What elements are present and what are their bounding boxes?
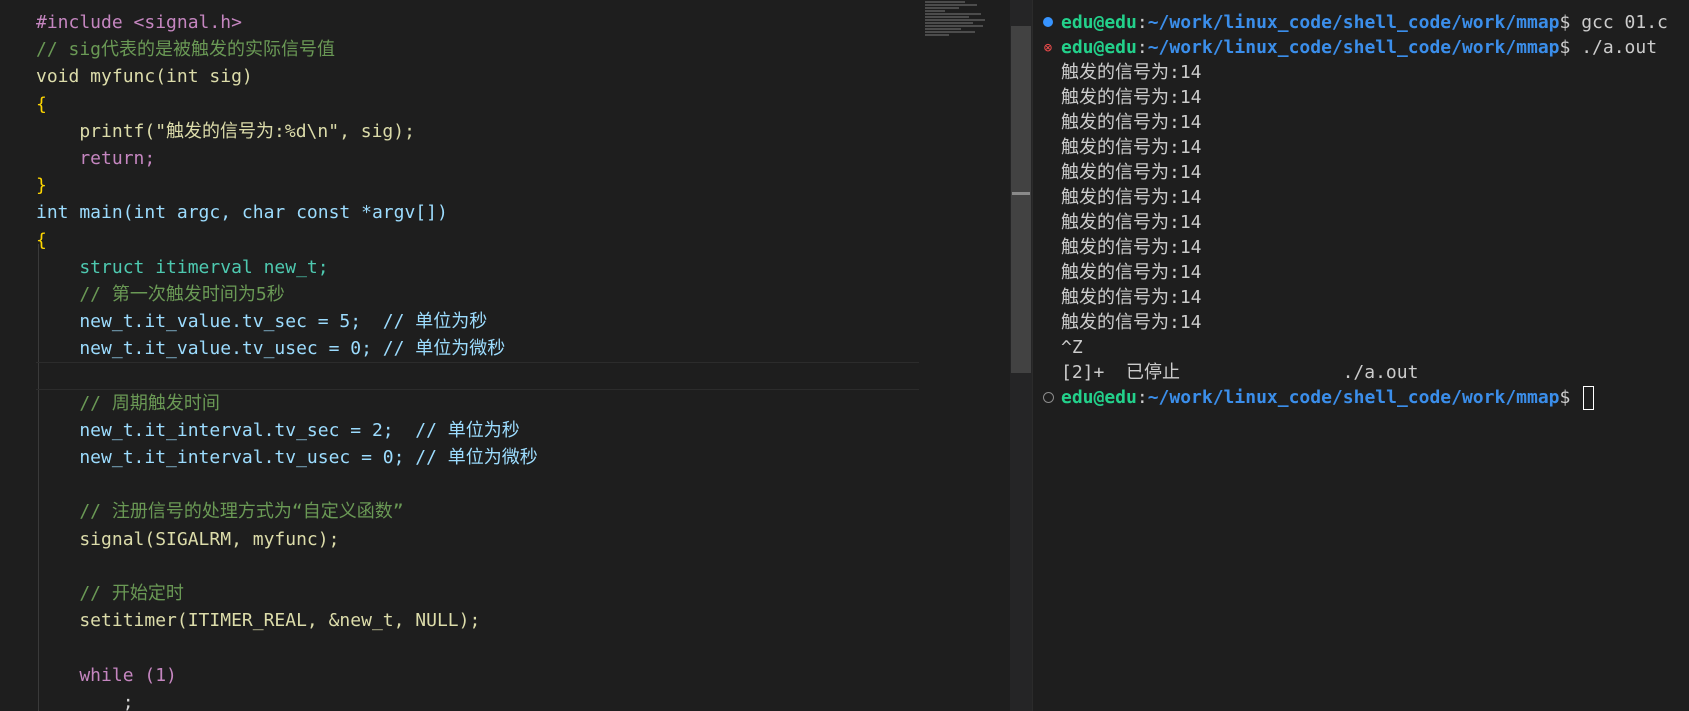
minimap-line xyxy=(925,28,961,30)
code-line-25[interactable]: while (1) xyxy=(36,662,919,689)
terminal-output-line: 触发的信号为:14 xyxy=(1061,262,1202,283)
code-text: setitimer(ITIMER_REAL, &new_t, NULL); xyxy=(36,610,481,632)
terminal-output-line: 触发的信号为:14 xyxy=(1061,312,1202,333)
code-text: #include <signal.h> xyxy=(36,12,242,33)
prompt-path: ~/work/linux_code/shell_code/work/mmap xyxy=(1147,387,1560,408)
terminal-output-line: 触发的信号为:14 xyxy=(1061,112,1202,133)
prompt-path: ~/work/linux_code/shell_code/work/mmap xyxy=(1147,37,1560,58)
code-text: ; xyxy=(36,691,134,711)
code-line-6[interactable]: return; xyxy=(36,145,919,172)
code-line-17[interactable]: new_t.it_interval.tv_usec = 0; // 单位为微秒 xyxy=(36,444,919,471)
minimap-line xyxy=(925,22,973,24)
prompt-user: edu@edu xyxy=(1061,12,1137,33)
minimap-line xyxy=(925,7,959,9)
terminal-panel[interactable]: edu@edu:~/work/linux_code/shell_code/wor… xyxy=(1032,0,1689,711)
code-text: // 第一次触发时间为5秒 xyxy=(36,283,285,305)
minimap-line xyxy=(925,4,977,6)
minimap-line xyxy=(925,10,945,12)
code-line-11[interactable]: // 第一次触发时间为5秒 xyxy=(36,281,919,308)
code-line-21[interactable] xyxy=(36,553,919,580)
command-text: ./a.out xyxy=(1570,37,1658,58)
scrollbar-cursor-marker xyxy=(1012,192,1030,195)
code-text: // sig代表的是被触发的实际信号值 xyxy=(36,39,336,61)
code-text: // 开始定时 xyxy=(36,582,184,604)
code-line-18[interactable] xyxy=(36,471,919,498)
code-text: { xyxy=(36,93,47,115)
workspace: #include <signal.h> // sig代表的是被触发的实际信号值 … xyxy=(0,0,1689,711)
minimap-line xyxy=(925,16,969,18)
command-success-icon[interactable] xyxy=(1043,17,1053,27)
code-line-19[interactable]: // 注册信号的处理方式为“自定义函数” xyxy=(36,498,919,525)
terminal-output-line: 触发的信号为:14 xyxy=(1061,137,1202,158)
code-line-14-current[interactable] xyxy=(36,362,919,390)
code-editor[interactable]: #include <signal.h> // sig代表的是被触发的实际信号值 … xyxy=(0,0,1009,711)
code-line-13[interactable]: new_t.it_value.tv_usec = 0; // 单位为微秒 xyxy=(36,335,919,362)
code-text: while (1) xyxy=(36,664,177,686)
minimap-line xyxy=(925,13,981,15)
terminal-output-line: 触发的信号为:14 xyxy=(1061,87,1202,108)
code-line-10[interactable]: struct itimerval new_t; xyxy=(36,254,919,281)
code-text: signal(SIGALRM, myfunc); xyxy=(36,528,340,550)
code-line-7[interactable]: } xyxy=(36,172,919,199)
code-line-22[interactable]: // 开始定时 xyxy=(36,580,919,607)
code-line-8[interactable]: int main(int argc, char const *argv[]) xyxy=(36,199,919,226)
terminal-output-line: 触发的信号为:14 xyxy=(1061,287,1202,308)
code-text: new_t.it_value.tv_sec = 5; // 单位为秒 xyxy=(36,311,488,333)
code-text: // 注册信号的处理方式为“自定义函数” xyxy=(36,501,404,523)
code-text: { xyxy=(36,229,47,251)
minimap-line xyxy=(925,34,949,36)
code-line-15[interactable]: // 周期触发时间 xyxy=(36,390,919,417)
terminal-cursor[interactable] xyxy=(1583,386,1595,410)
code-line-16[interactable]: new_t.it_interval.tv_sec = 2; // 单位为秒 xyxy=(36,417,919,444)
code-line-24[interactable] xyxy=(36,634,919,661)
code-text: void myfunc(int sig) xyxy=(36,66,253,88)
terminal-prompt-line-3[interactable]: edu@edu:~/work/linux_code/shell_code/wor… xyxy=(1061,385,1595,410)
prompt-symbol: $ xyxy=(1559,387,1571,408)
code-line-20[interactable]: signal(SIGALRM, myfunc); xyxy=(36,526,919,553)
code-text: struct itimerval new_t; xyxy=(36,256,329,278)
code-line-3[interactable]: void myfunc(int sig) xyxy=(36,63,919,90)
terminal-output-line: 触发的信号为:14 xyxy=(1061,212,1202,233)
code-text: return; xyxy=(36,147,156,169)
minimap[interactable] xyxy=(925,0,995,70)
prompt-symbol: $ xyxy=(1559,37,1571,58)
code-line-26[interactable]: ; xyxy=(36,689,919,711)
command-pending-icon[interactable] xyxy=(1043,392,1054,403)
code-line-4[interactable]: { xyxy=(36,91,919,118)
prompt-user: edu@edu xyxy=(1061,387,1137,408)
terminal-output-line: 触发的信号为:14 xyxy=(1061,62,1202,83)
code-text: // 周期触发时间 xyxy=(36,392,220,414)
code-text: int main(int argc, char const *argv[]) xyxy=(36,202,448,224)
code-lines[interactable]: #include <signal.h> // sig代表的是被触发的实际信号值 … xyxy=(36,9,919,711)
terminal-prompt-line-1: edu@edu:~/work/linux_code/shell_code/wor… xyxy=(1061,12,1668,33)
code-line-12[interactable]: new_t.it_value.tv_sec = 5; // 单位为秒 xyxy=(36,308,919,335)
code-text: printf("触发的信号为:%d\n", sig); xyxy=(36,120,415,142)
terminal-output-line: 触发的信号为:14 xyxy=(1061,162,1202,183)
code-line-23[interactable]: setitimer(ITIMER_REAL, &new_t, NULL); xyxy=(36,607,919,634)
prompt-path: ~/work/linux_code/shell_code/work/mmap xyxy=(1147,12,1560,33)
code-line-5[interactable]: printf("触发的信号为:%d\n", sig); xyxy=(36,118,919,145)
terminal-output-line: ^Z xyxy=(1061,337,1083,358)
code-text: new_t.it_interval.tv_usec = 0; // 单位为微秒 xyxy=(36,447,538,468)
command-text: gcc 01.c xyxy=(1570,12,1668,33)
minimap-line xyxy=(925,1,965,3)
code-text: } xyxy=(36,175,47,197)
minimap-line xyxy=(925,19,985,21)
code-line-1[interactable]: #include <signal.h> xyxy=(36,9,919,36)
terminal-output-line: 触发的信号为:14 xyxy=(1061,187,1202,208)
command-error-icon[interactable]: ⊗ xyxy=(1041,41,1055,55)
code-line-2[interactable]: // sig代表的是被触发的实际信号值 xyxy=(36,36,919,63)
minimap-line xyxy=(925,31,975,33)
code-text: new_t.it_interval.tv_sec = 2; // 单位为秒 xyxy=(36,419,520,441)
prompt-symbol: $ xyxy=(1559,12,1571,33)
terminal-output-line: [2]+ 已停止 ./a.out xyxy=(1061,362,1419,383)
terminal-prompt-line-2: edu@edu:~/work/linux_code/shell_code/wor… xyxy=(1061,37,1658,58)
minimap-line xyxy=(925,25,983,27)
editor-scrollbar-thumb[interactable] xyxy=(1011,26,1031,373)
code-text: new_t.it_value.tv_usec = 0; // 单位为微秒 xyxy=(36,338,506,360)
code-line-9[interactable]: { xyxy=(36,227,919,254)
terminal-output-line: 触发的信号为:14 xyxy=(1061,237,1202,258)
prompt-user: edu@edu xyxy=(1061,37,1137,58)
